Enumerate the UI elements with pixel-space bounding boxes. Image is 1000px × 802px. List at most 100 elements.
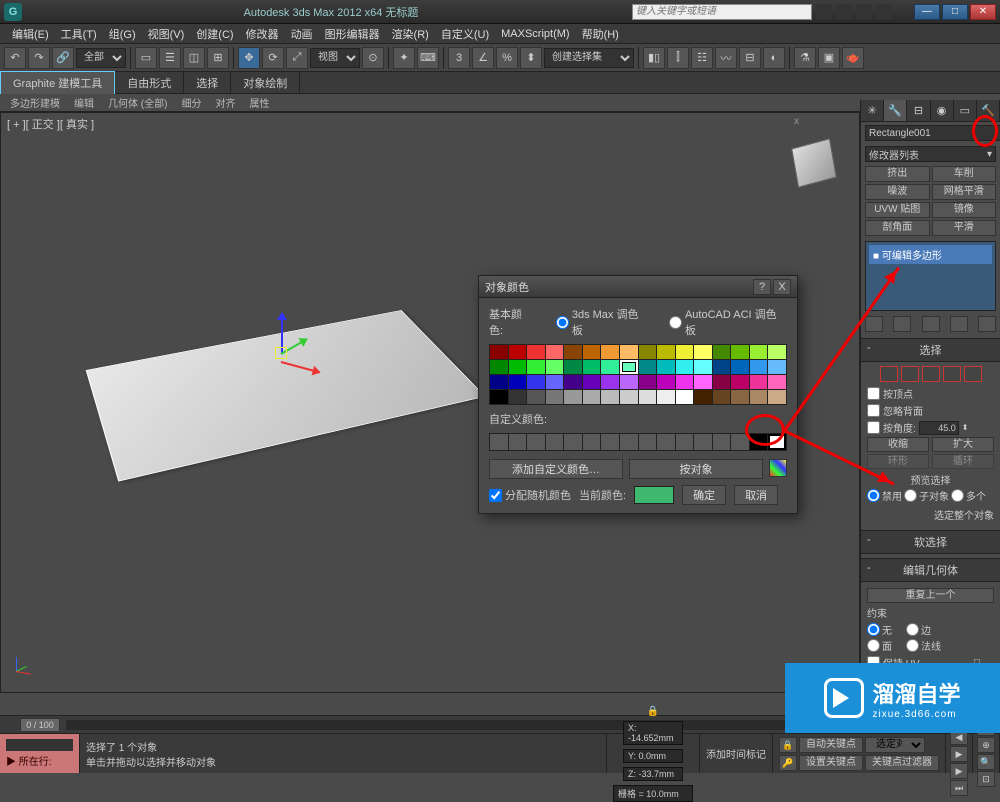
by-vertex-checkbox[interactable] xyxy=(867,387,880,400)
subobj-edge[interactable] xyxy=(901,366,919,382)
search-icon[interactable] xyxy=(816,4,832,20)
snap-button[interactable]: 3 xyxy=(448,47,470,69)
color-swatch[interactable] xyxy=(694,390,712,404)
coord-y[interactable]: Y: 0.0mm xyxy=(623,749,683,763)
color-swatch[interactable] xyxy=(676,345,694,359)
subobj-element[interactable] xyxy=(964,366,982,382)
color-swatch[interactable] xyxy=(509,345,527,359)
modifier-stack[interactable]: ■ 可编辑多边形 xyxy=(865,241,996,311)
mod-smooth[interactable]: 平滑 xyxy=(932,220,997,236)
color-swatch[interactable] xyxy=(564,390,582,404)
color-swatch[interactable] xyxy=(750,390,768,404)
motion-tab[interactable]: ◉ xyxy=(931,100,954,121)
color-swatch[interactable] xyxy=(676,375,694,389)
rollout-selection[interactable]: 选择 xyxy=(861,339,1000,362)
constraint-normal[interactable] xyxy=(906,639,919,652)
filter-dropdown[interactable]: 全部 xyxy=(76,48,126,68)
align-button[interactable]: ⫿ xyxy=(667,47,689,69)
color-swatch[interactable] xyxy=(620,375,638,389)
color-swatch[interactable] xyxy=(601,375,619,389)
undo-button[interactable]: ↶ xyxy=(4,47,26,69)
custom-swatch[interactable] xyxy=(620,434,638,450)
preview-disable-radio[interactable] xyxy=(867,489,880,502)
mod-mirror[interactable]: 镜像 xyxy=(932,202,997,218)
keyboard-button[interactable]: ⌨ xyxy=(417,47,439,69)
coord-x[interactable]: X: -14.652mm xyxy=(623,721,683,745)
menu-customize[interactable]: 自定义(U) xyxy=(435,26,495,42)
modify-tab[interactable]: 🔧 xyxy=(884,100,907,121)
color-swatch[interactable] xyxy=(601,390,619,404)
color-swatch[interactable] xyxy=(676,360,694,374)
lock-icon[interactable]: 🔒 xyxy=(779,737,797,753)
menu-maxscript[interactable]: MAXScript(M) xyxy=(495,28,575,40)
ok-button[interactable]: 确定 xyxy=(682,485,726,505)
color-swatch[interactable] xyxy=(527,345,545,359)
subribbon-subd[interactable]: 细分 xyxy=(177,95,205,110)
subobj-polygon[interactable] xyxy=(943,366,961,382)
color-swatch[interactable] xyxy=(676,390,694,404)
color-swatch[interactable] xyxy=(509,375,527,389)
rollout-softsel[interactable]: 软选择 xyxy=(861,531,1000,554)
color-swatch[interactable] xyxy=(527,390,545,404)
remove-mod-button[interactable] xyxy=(950,316,968,332)
color-swatch[interactable] xyxy=(546,375,564,389)
dialog-help-button[interactable]: ? xyxy=(753,279,771,295)
mod-section[interactable]: 剖角面 xyxy=(865,220,930,236)
preview-multi-radio[interactable] xyxy=(951,489,964,502)
menu-tools[interactable]: 工具(T) xyxy=(55,26,103,42)
pin-stack-button[interactable] xyxy=(865,316,883,332)
color-swatch[interactable] xyxy=(509,390,527,404)
color-swatch[interactable] xyxy=(750,360,768,374)
constraint-face[interactable] xyxy=(867,639,880,652)
next-frame-button[interactable]: ▶ xyxy=(950,763,968,779)
color-swatch[interactable] xyxy=(657,345,675,359)
hierarchy-tab[interactable]: ⊟ xyxy=(907,100,930,121)
unique-button[interactable] xyxy=(922,316,940,332)
close-button[interactable]: ✕ xyxy=(970,4,996,20)
subribbon-edit[interactable]: 编辑 xyxy=(70,95,98,110)
curve-editor-button[interactable]: 〰 xyxy=(715,47,737,69)
by-object-button[interactable]: 按对象 xyxy=(629,459,763,479)
color-swatch[interactable] xyxy=(490,390,508,404)
radio-3dsmax[interactable]: 3ds Max 调色板 xyxy=(556,306,649,338)
color-swatch[interactable] xyxy=(620,360,638,374)
color-swatch[interactable] xyxy=(546,390,564,404)
subobj-border[interactable] xyxy=(922,366,940,382)
custom-swatch-active[interactable] xyxy=(768,434,786,450)
color-swatch[interactable] xyxy=(583,375,601,389)
color-swatch[interactable] xyxy=(546,360,564,374)
subribbon-align[interactable]: 对齐 xyxy=(211,95,239,110)
minimize-button[interactable]: — xyxy=(914,4,940,20)
color-swatch[interactable] xyxy=(768,390,786,404)
subobj-vertex[interactable] xyxy=(880,366,898,382)
color-swatch[interactable] xyxy=(731,345,749,359)
stack-item-epoly[interactable]: ■ 可编辑多边形 xyxy=(869,245,992,264)
nav-max-button[interactable]: ⊡ xyxy=(977,771,995,787)
color-swatch[interactable] xyxy=(768,360,786,374)
color-swatch[interactable] xyxy=(583,360,601,374)
color-swatch[interactable] xyxy=(731,375,749,389)
selection-set-dropdown[interactable]: 创建选择集 xyxy=(544,48,634,68)
color-swatch[interactable] xyxy=(768,345,786,359)
scale-button[interactable]: ⤢ xyxy=(286,47,308,69)
ribbon-tab-select[interactable]: 选择 xyxy=(184,72,231,94)
custom-swatch[interactable] xyxy=(676,434,694,450)
key-icon[interactable]: 🔑 xyxy=(779,755,797,771)
ribbon-tab-paint[interactable]: 对象绘制 xyxy=(231,72,300,94)
color-swatch[interactable] xyxy=(639,360,657,374)
constraint-none[interactable] xyxy=(867,623,880,636)
menu-animation[interactable]: 动画 xyxy=(285,26,319,42)
mod-noise[interactable]: 噪波 xyxy=(865,184,930,200)
time-slider[interactable]: 0 / 100 xyxy=(20,718,60,732)
create-tab[interactable]: ✳ xyxy=(861,100,884,121)
add-custom-color-button[interactable]: 添加自定义颜色… xyxy=(489,459,623,479)
window-crossing-button[interactable]: ⊞ xyxy=(207,47,229,69)
color-swatch[interactable] xyxy=(639,375,657,389)
play-button[interactable]: ▶ xyxy=(950,746,968,762)
subscription-icon[interactable] xyxy=(836,4,852,20)
constraint-edge[interactable] xyxy=(906,623,919,636)
custom-swatch[interactable] xyxy=(657,434,675,450)
custom-swatch[interactable] xyxy=(694,434,712,450)
radio-autocad[interactable]: AutoCAD ACI 调色板 xyxy=(669,306,787,338)
mirror-button[interactable]: ▮▯ xyxy=(643,47,665,69)
